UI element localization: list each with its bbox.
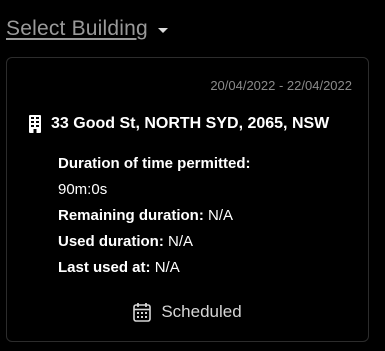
building-icon	[29, 115, 41, 133]
remaining-duration-row: Remaining duration: N/A	[58, 203, 251, 229]
used-duration-value: N/A	[168, 233, 194, 250]
duration-permitted-value-row: 90m:0s	[58, 177, 251, 203]
duration-permitted-value: 90m:0s	[58, 181, 108, 198]
duration-permitted-label: Duration of time permitted:	[58, 155, 251, 172]
select-building-dropdown[interactable]: Select Building	[6, 14, 168, 44]
last-used-row: Last used at: N/A	[58, 255, 251, 281]
building-address: 33 Good St, NORTH SYD, 2065, NSW	[51, 115, 330, 132]
remaining-duration-value: N/A	[208, 207, 234, 224]
status-badge: Scheduled	[161, 302, 242, 321]
last-used-label: Last used at:	[58, 259, 151, 276]
status-row: Scheduled	[7, 302, 368, 322]
usage-details: Duration of time permitted: 90m:0s Remai…	[58, 151, 251, 281]
duration-permitted-row: Duration of time permitted:	[58, 151, 251, 177]
used-duration-label: Used duration:	[58, 233, 164, 250]
calendar-icon	[133, 302, 152, 322]
date-range: 20/04/2022 - 22/04/2022	[210, 78, 352, 93]
used-duration-row: Used duration: N/A	[58, 229, 251, 255]
address-row: 33 Good St, NORTH SYD, 2065, NSW	[29, 114, 329, 134]
select-building-label[interactable]: Select Building	[6, 15, 148, 43]
remaining-duration-label: Remaining duration:	[58, 207, 204, 224]
chevron-down-icon[interactable]	[157, 28, 168, 33]
booking-card: 20/04/2022 - 22/04/2022 33 Good St, NORT…	[6, 57, 369, 342]
last-used-value: N/A	[154, 259, 180, 276]
